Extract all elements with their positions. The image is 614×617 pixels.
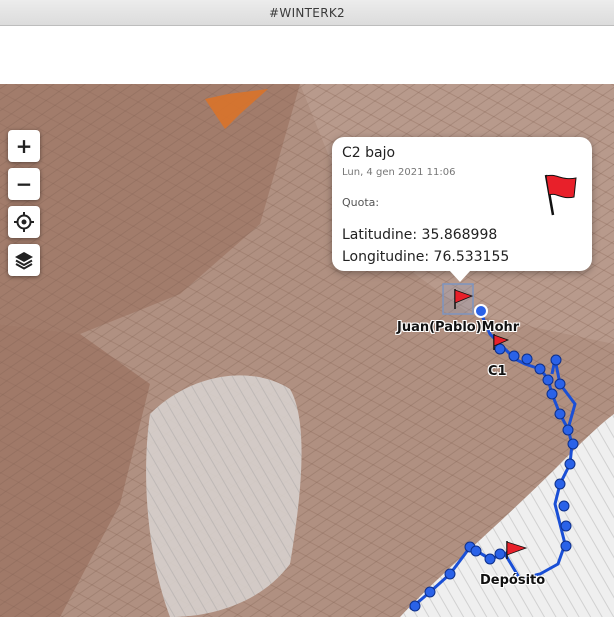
track-point[interactable]	[444, 568, 456, 580]
plus-icon: +	[15, 134, 33, 158]
camp-c1-label: C1	[488, 364, 507, 379]
track-point[interactable]	[409, 600, 421, 612]
minus-icon: −	[15, 172, 33, 196]
track-point[interactable]	[564, 458, 576, 470]
track-point[interactable]	[554, 408, 566, 420]
layers-button[interactable]	[8, 244, 40, 276]
track-point[interactable]	[534, 363, 546, 375]
page-header	[0, 26, 614, 84]
track-point[interactable]	[550, 354, 562, 366]
track-point[interactable]	[554, 378, 566, 390]
track-point[interactable]	[508, 350, 520, 362]
marker-popup: C2 bajo Lun, 4 gen 2021 11:06 Quota: Lat…	[332, 137, 592, 282]
zoom-out-button[interactable]: −	[8, 168, 40, 200]
zoom-in-button[interactable]: +	[8, 130, 40, 162]
track-point[interactable]	[567, 438, 579, 450]
window-titlebar: #WINTERK2	[0, 0, 614, 26]
track-point[interactable]	[470, 545, 482, 557]
climber-label: Juan(Pablo)Mohr	[397, 320, 520, 335]
popup-title: C2 bajo	[342, 145, 396, 161]
track-point[interactable]	[554, 478, 566, 490]
popup-latitude: Latitudine: 35.868998	[342, 227, 498, 243]
track-point[interactable]	[484, 553, 496, 565]
track-point[interactable]	[546, 388, 558, 400]
deposito-label: Depósito	[480, 573, 546, 588]
climber-marker-icon[interactable]	[474, 304, 488, 318]
track-point[interactable]	[494, 343, 506, 355]
track-point[interactable]	[424, 586, 436, 598]
window-title: #WINTERK2	[269, 5, 345, 20]
track-point[interactable]	[562, 424, 574, 436]
track-point[interactable]	[521, 353, 533, 365]
track-point[interactable]	[558, 500, 570, 512]
track-point[interactable]	[542, 374, 554, 386]
map-view[interactable]: + − C2 bajo Lun, 4 gen 2021 11:06 Quota:…	[0, 84, 614, 617]
track-point[interactable]	[560, 540, 572, 552]
locate-button[interactable]	[8, 206, 40, 238]
layers-icon	[15, 252, 33, 270]
track-point[interactable]	[560, 520, 572, 532]
track-point[interactable]	[494, 548, 506, 560]
popup-longitude: Longitudine: 76.533155	[342, 249, 510, 265]
crosshair-icon	[14, 212, 34, 232]
red-flag-icon	[544, 174, 577, 216]
red-flag-icon[interactable]	[506, 541, 528, 559]
